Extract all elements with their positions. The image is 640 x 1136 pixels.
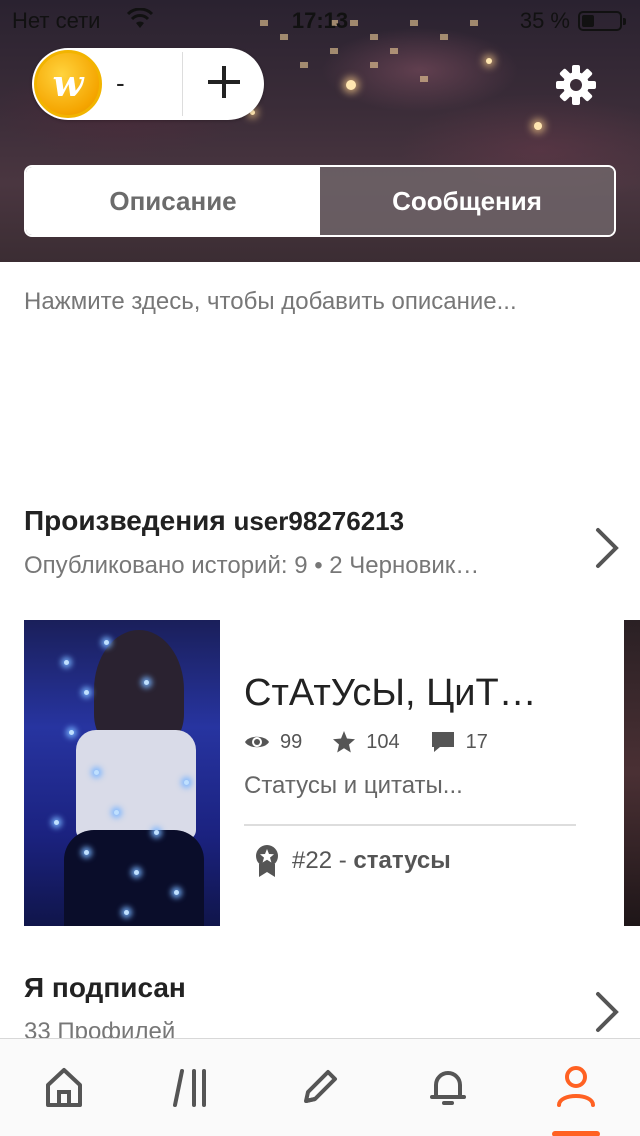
coin-icon[interactable]: w [34, 50, 102, 118]
comments-stat: 17 [430, 730, 488, 754]
rank-separator: - [332, 847, 354, 874]
bell-icon [430, 1071, 466, 1105]
ranking-badge-icon [256, 845, 278, 877]
next-story-cover-image[interactable] [624, 620, 640, 926]
votes-count: 104 [366, 730, 400, 753]
tab-notifications[interactable] [384, 1039, 512, 1136]
rank-tag: статусы [353, 847, 451, 874]
add-description-prompt[interactable]: Нажмите здесь, чтобы добавить описание..… [24, 288, 517, 316]
tab-description[interactable]: Описание [26, 167, 320, 235]
eye-icon [245, 736, 269, 748]
profile-icon [557, 1066, 595, 1107]
buy-coins-plus-icon[interactable] [204, 62, 244, 102]
bottom-tab-bar [0, 1038, 640, 1136]
status-bar: Нет сети 17:13 35 % [0, 0, 640, 40]
home-icon [46, 1068, 82, 1107]
works-chevron-right-icon[interactable] [594, 526, 622, 570]
comments-count: 17 [465, 730, 488, 753]
coin-wallet: w - [32, 48, 264, 120]
tab-profile[interactable] [512, 1039, 640, 1136]
coin-balance: - [116, 68, 125, 98]
profile-segmented-control: Описание Сообщения [24, 165, 616, 237]
library-icon [173, 1069, 206, 1107]
works-summary: Опубликовано историй: 9 • 2 Черновик… [24, 552, 480, 579]
settings-gear-icon[interactable] [554, 63, 598, 107]
comment-icon [431, 732, 454, 752]
tab-messages[interactable]: Сообщения [320, 167, 614, 235]
rank-number: #22 [292, 847, 333, 874]
following-section-title[interactable]: Я подписан [24, 972, 186, 1004]
works-label: Произведения [24, 505, 226, 536]
works-username: user98276213 [233, 506, 405, 536]
tab-library[interactable] [128, 1039, 256, 1136]
pencil-icon [304, 1070, 337, 1103]
works-section-title[interactable]: Произведения user98276213 [24, 505, 404, 537]
story-ranking[interactable]: #22 - статусы [254, 844, 451, 878]
views-stat: 99 [244, 731, 302, 754]
story-title[interactable]: СтАтУсЫ, ЦиТ… [244, 672, 537, 715]
star-icon [333, 731, 356, 753]
votes-stat: 104 [332, 730, 400, 754]
story-cover-image[interactable] [24, 620, 220, 926]
coin-divider [182, 52, 183, 116]
story-description: Статусы и цитаты... [244, 772, 463, 799]
tab-write[interactable] [256, 1039, 384, 1136]
battery-icon [578, 11, 626, 31]
following-chevron-right-icon[interactable] [594, 990, 622, 1034]
story-stats: 99 104 17 [244, 730, 518, 754]
active-tab-indicator [552, 1131, 600, 1136]
tab-home[interactable] [0, 1039, 128, 1136]
story-divider [244, 824, 576, 826]
battery-percentage: 35 % [519, 8, 570, 33]
views-count: 99 [280, 730, 303, 753]
